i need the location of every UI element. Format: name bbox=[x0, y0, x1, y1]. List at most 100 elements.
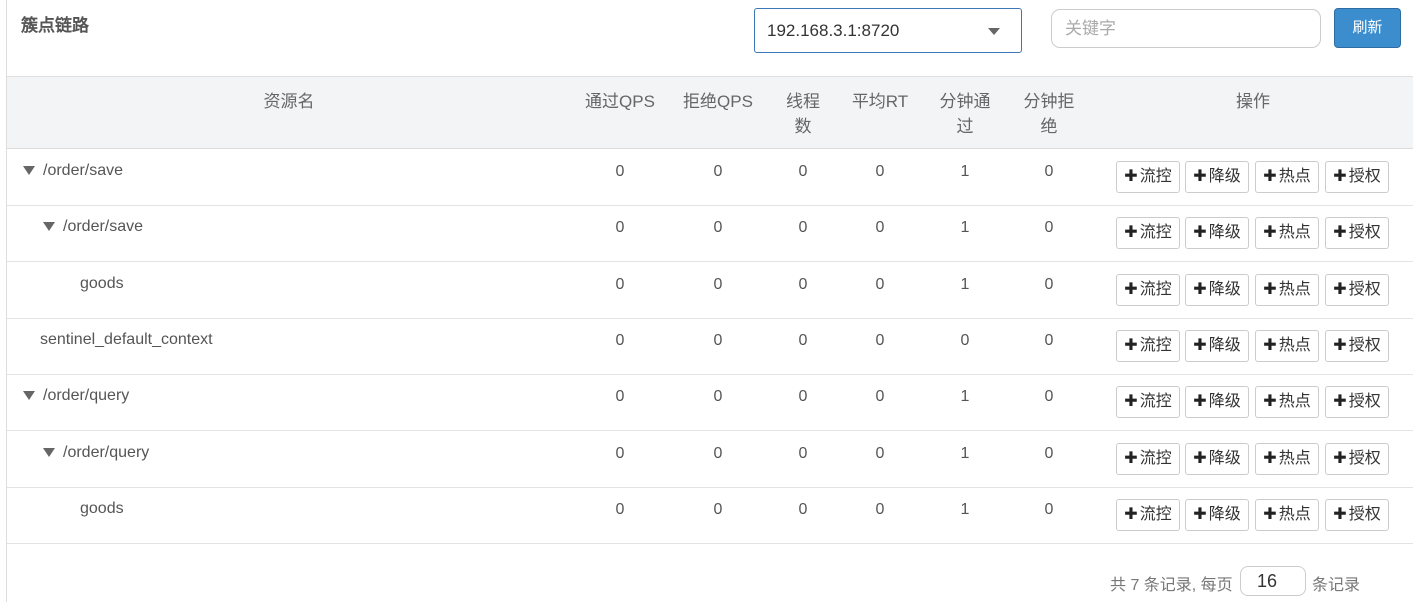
add-degrade-rule-button[interactable]: ✚ 降级 bbox=[1185, 329, 1249, 362]
resource-name-cell: sentinel_default_context bbox=[40, 331, 213, 349]
col-avg-rt: 平均RT bbox=[851, 92, 909, 111]
add-degrade-rule-button[interactable]: ✚ 降级 bbox=[1185, 498, 1249, 531]
col-minute-block: 分钟拒 绝 bbox=[1017, 89, 1081, 139]
col-thread-count: 线程 数 bbox=[773, 89, 833, 139]
op-label: 热点 bbox=[1278, 449, 1311, 467]
resource-name-cell: /order/query bbox=[23, 387, 129, 405]
add-auth-rule-button[interactable]: ✚ 授权 bbox=[1325, 442, 1389, 475]
tree-expand-icon[interactable] bbox=[43, 447, 55, 457]
add-degrade-rule-button[interactable]: ✚ 降级 bbox=[1185, 217, 1249, 250]
machine-select-value: 192.168.3.1:8720 bbox=[767, 21, 900, 40]
minute-pass-cell: 1 bbox=[960, 219, 970, 237]
plus-icon: ✚ bbox=[1193, 280, 1207, 298]
add-auth-rule-button[interactable]: ✚ 授权 bbox=[1325, 386, 1389, 419]
op-label: 授权 bbox=[1348, 449, 1381, 467]
minute-block-cell: 0 bbox=[1044, 444, 1054, 462]
pass-qps-cell: 0 bbox=[615, 500, 625, 518]
resource-name-cell: /order/query bbox=[43, 444, 149, 462]
pass-qps-cell: 0 bbox=[615, 331, 625, 349]
threads-cell: 0 bbox=[798, 163, 808, 180]
op-label: 热点 bbox=[1278, 336, 1311, 354]
cluster-point-panel: 簇点链路 192.168.3.1:8720 刷新 资源名 通过QPS 拒绝QPS… bbox=[6, 0, 1413, 602]
add-hotspot-rule-button[interactable]: ✚ 热点 bbox=[1255, 442, 1319, 475]
add-auth-rule-button[interactable]: ✚ 授权 bbox=[1325, 329, 1389, 362]
avg-rt-cell: 0 bbox=[875, 163, 885, 180]
table-header: 资源名 通过QPS 拒绝QPS 线程 数 平均RT 分钟通 过 分钟拒 绝 操作 bbox=[7, 76, 1413, 149]
tree-expand-icon[interactable] bbox=[23, 391, 35, 401]
add-hotspot-rule-button[interactable]: ✚ 热点 bbox=[1255, 498, 1319, 531]
add-auth-rule-button[interactable]: ✚ 授权 bbox=[1325, 273, 1389, 306]
plus-icon: ✚ bbox=[1193, 393, 1207, 411]
add-auth-rule-button[interactable]: ✚ 授权 bbox=[1325, 498, 1389, 531]
add-auth-rule-button[interactable]: ✚ 授权 bbox=[1325, 217, 1389, 250]
pass-qps-cell: 0 bbox=[615, 219, 625, 237]
add-hotspot-rule-button[interactable]: ✚ 热点 bbox=[1255, 161, 1319, 193]
col-operations: 操作 bbox=[1236, 92, 1270, 111]
table-row: /order/query 0 0 0 0 1 0 ✚ 流控 ✚ 降级 ✚ 热点 ✚ 授权 bbox=[7, 375, 1413, 432]
op-label: 降级 bbox=[1208, 336, 1241, 354]
tree-expand-icon[interactable] bbox=[43, 222, 55, 232]
resource-name: /order/query bbox=[43, 387, 130, 405]
minute-pass-cell: 1 bbox=[960, 500, 970, 518]
op-label: 降级 bbox=[1208, 280, 1241, 298]
pass-qps-cell: 0 bbox=[615, 275, 625, 293]
add-flow-rule-button[interactable]: ✚ 流控 bbox=[1116, 329, 1180, 362]
resource-name: /order/save bbox=[43, 162, 124, 179]
tree-expand-icon[interactable] bbox=[23, 166, 35, 175]
plus-icon: ✚ bbox=[1193, 168, 1207, 185]
add-auth-rule-button[interactable]: ✚ 授权 bbox=[1325, 161, 1389, 193]
plus-icon: ✚ bbox=[1263, 168, 1277, 185]
add-degrade-rule-button[interactable]: ✚ 降级 bbox=[1185, 442, 1249, 475]
table-row: /order/save 0 0 0 0 1 0 ✚ 流控 ✚ 降级 ✚ 热点 ✚ 授权 bbox=[7, 150, 1413, 206]
op-label: 降级 bbox=[1208, 224, 1241, 242]
plus-icon: ✚ bbox=[1333, 168, 1347, 185]
add-degrade-rule-button[interactable]: ✚ 降级 bbox=[1185, 386, 1249, 419]
col-resource-name: 资源名 bbox=[263, 92, 315, 111]
add-hotspot-rule-button[interactable]: ✚ 热点 bbox=[1255, 386, 1319, 419]
plus-icon: ✚ bbox=[1193, 505, 1207, 523]
plus-icon: ✚ bbox=[1124, 449, 1138, 467]
plus-icon: ✚ bbox=[1263, 224, 1277, 242]
plus-icon: ✚ bbox=[1263, 393, 1277, 411]
op-label: 热点 bbox=[1278, 393, 1311, 411]
block-qps-cell: 0 bbox=[713, 219, 723, 237]
op-label: 流控 bbox=[1139, 505, 1172, 523]
search-input[interactable] bbox=[1051, 9, 1321, 48]
add-flow-rule-button[interactable]: ✚ 流控 bbox=[1116, 217, 1180, 250]
op-label: 降级 bbox=[1208, 393, 1241, 411]
threads-cell: 0 bbox=[798, 444, 808, 462]
op-label: 降级 bbox=[1208, 449, 1241, 467]
op-label: 授权 bbox=[1348, 336, 1381, 354]
plus-icon: ✚ bbox=[1124, 224, 1138, 242]
add-flow-rule-button[interactable]: ✚ 流控 bbox=[1116, 161, 1180, 193]
resource-name: /order/save bbox=[63, 218, 144, 236]
block-qps-cell: 0 bbox=[713, 444, 723, 462]
minute-block-cell: 0 bbox=[1044, 275, 1054, 293]
add-flow-rule-button[interactable]: ✚ 流控 bbox=[1116, 442, 1180, 475]
add-flow-rule-button[interactable]: ✚ 流控 bbox=[1116, 498, 1180, 531]
page-title: 簇点链路 bbox=[21, 16, 89, 35]
add-flow-rule-button[interactable]: ✚ 流控 bbox=[1116, 273, 1180, 306]
refresh-button[interactable]: 刷新 bbox=[1334, 8, 1401, 48]
add-hotspot-rule-button[interactable]: ✚ 热点 bbox=[1255, 329, 1319, 362]
add-hotspot-rule-button[interactable]: ✚ 热点 bbox=[1255, 273, 1319, 306]
machine-select[interactable]: 192.168.3.1:8720 bbox=[754, 8, 1022, 53]
page-size-input[interactable]: 16 bbox=[1240, 566, 1306, 596]
block-qps-cell: 0 bbox=[713, 331, 723, 349]
minute-pass-cell: 1 bbox=[960, 275, 970, 293]
plus-icon: ✚ bbox=[1193, 449, 1207, 467]
add-degrade-rule-button[interactable]: ✚ 降级 bbox=[1185, 273, 1249, 306]
threads-cell: 0 bbox=[798, 500, 808, 518]
col-minute-pass: 分钟通 过 bbox=[933, 89, 997, 139]
resource-name-cell: goods bbox=[80, 500, 124, 518]
add-flow-rule-button[interactable]: ✚ 流控 bbox=[1116, 386, 1180, 419]
add-degrade-rule-button[interactable]: ✚ 降级 bbox=[1185, 161, 1249, 193]
op-label: 降级 bbox=[1208, 168, 1241, 185]
avg-rt-cell: 0 bbox=[875, 331, 885, 349]
resource-name: goods bbox=[80, 274, 124, 292]
op-label: 降级 bbox=[1208, 505, 1241, 523]
add-hotspot-rule-button[interactable]: ✚ 热点 bbox=[1255, 217, 1319, 250]
plus-icon: ✚ bbox=[1333, 224, 1347, 242]
threads-cell: 0 bbox=[798, 331, 808, 349]
block-qps-cell: 0 bbox=[713, 163, 723, 180]
